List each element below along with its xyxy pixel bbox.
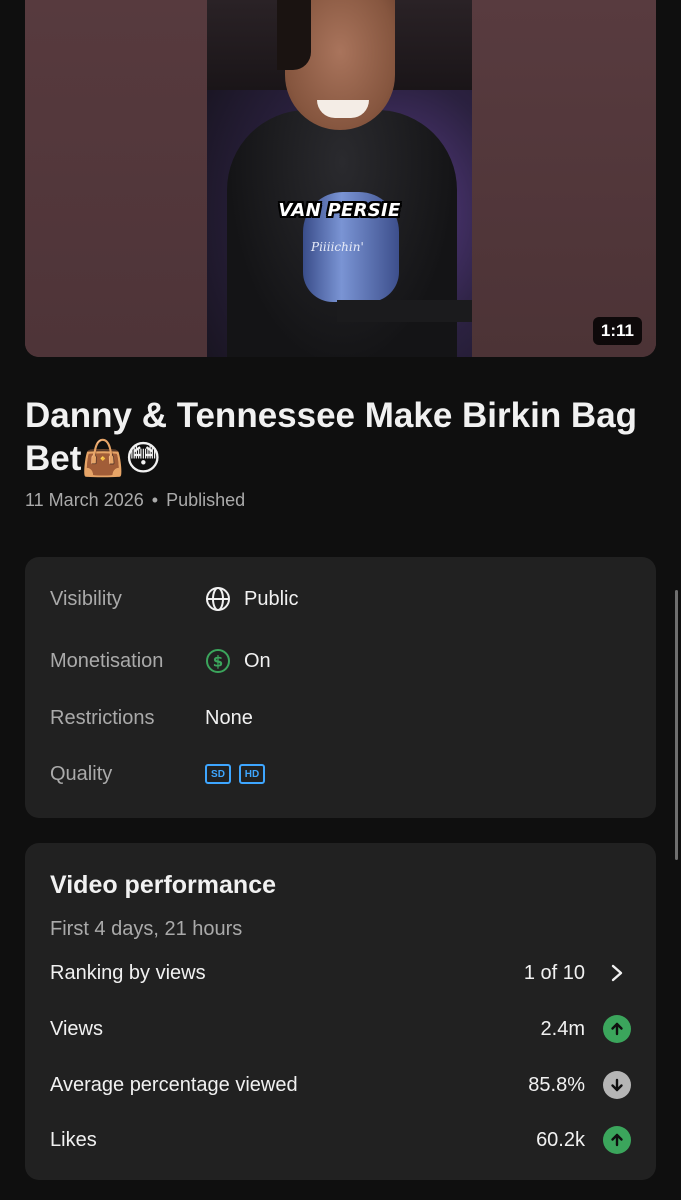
video-title-emoji: 👜😳 bbox=[81, 439, 162, 479]
publish-date: 11 March 2026 bbox=[25, 490, 144, 510]
arrow-up-icon bbox=[603, 1015, 631, 1043]
restrictions-value: None bbox=[205, 706, 253, 729]
microphone-arm bbox=[337, 300, 472, 322]
thumbnail-blur-left bbox=[25, 0, 207, 357]
microphone-brand: Piiiichin' bbox=[311, 240, 364, 254]
avg-percentage-label: Average percentage viewed bbox=[50, 1073, 298, 1096]
video-caption: VAN PERSIE bbox=[278, 200, 401, 221]
chevron-right-icon[interactable] bbox=[603, 959, 631, 987]
visibility-row[interactable]: Visibility Public bbox=[50, 579, 631, 619]
arrow-down-icon bbox=[603, 1071, 631, 1099]
visibility-value: Public bbox=[244, 587, 299, 610]
thumbnail-frame: Piiiichin' VAN PERSIE bbox=[207, 0, 472, 357]
avg-percentage-row: Average percentage viewed 85.8% bbox=[50, 1067, 631, 1103]
thumbnail-blur-right bbox=[472, 0, 656, 357]
restrictions-row[interactable]: Restrictions None bbox=[50, 698, 631, 738]
video-details-card: Visibility Public Monetisation $ On Rest… bbox=[25, 557, 656, 818]
restrictions-label: Restrictions bbox=[50, 706, 155, 729]
quality-row[interactable]: Quality SD HD bbox=[50, 754, 631, 794]
hd-badge: HD bbox=[239, 764, 265, 784]
ranking-row[interactable]: Ranking by views 1 of 10 bbox=[50, 955, 631, 991]
video-thumbnail[interactable]: Piiiichin' VAN PERSIE 1:11 bbox=[25, 0, 656, 357]
globe-icon bbox=[205, 586, 231, 612]
video-duration-badge: 1:11 bbox=[592, 317, 642, 345]
monetisation-label: Monetisation bbox=[50, 649, 164, 672]
likes-value: 60.2k bbox=[536, 1128, 585, 1151]
sd-badge: SD bbox=[205, 764, 231, 784]
avg-percentage-value: 85.8% bbox=[528, 1073, 585, 1096]
meta-separator: • bbox=[151, 490, 159, 510]
ranking-value: 1 of 10 bbox=[523, 961, 585, 984]
svg-text:$: $ bbox=[213, 653, 223, 671]
thumbnail-person-hair bbox=[277, 0, 311, 70]
video-title: Danny & Tennessee Make Birkin Bag Bet👜😳 bbox=[25, 394, 655, 481]
quality-label: Quality bbox=[50, 762, 113, 785]
publish-status: Published bbox=[166, 490, 246, 510]
views-value: 2.4m bbox=[540, 1017, 585, 1040]
views-label: Views bbox=[50, 1017, 103, 1040]
video-meta: 11 March 2026 • Published bbox=[25, 490, 245, 511]
dollar-circle-icon: $ bbox=[205, 648, 231, 674]
visibility-label: Visibility bbox=[50, 587, 122, 610]
video-performance-card: Video performance First 4 days, 21 hours… bbox=[25, 843, 656, 1180]
views-row: Views 2.4m bbox=[50, 1011, 631, 1047]
ranking-label: Ranking by views bbox=[50, 961, 206, 984]
performance-subtitle: First 4 days, 21 hours bbox=[50, 918, 243, 940]
monetisation-value: On bbox=[244, 649, 271, 672]
arrow-up-icon bbox=[603, 1126, 631, 1154]
performance-title: Video performance bbox=[50, 871, 277, 899]
scrollbar[interactable] bbox=[675, 590, 678, 860]
likes-label: Likes bbox=[50, 1128, 97, 1151]
monetisation-row[interactable]: Monetisation $ On bbox=[50, 641, 631, 681]
likes-row: Likes 60.2k bbox=[50, 1122, 631, 1158]
